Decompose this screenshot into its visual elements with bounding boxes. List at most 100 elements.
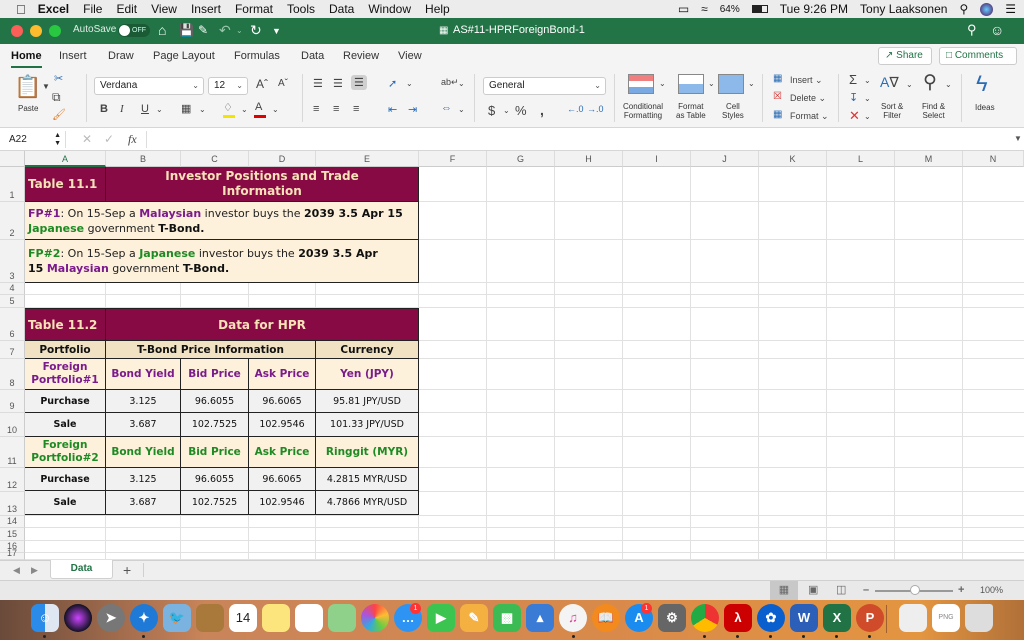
font-color-dropdown-icon[interactable]: ⌄	[272, 105, 279, 114]
tab-insert[interactable]: Insert	[59, 50, 87, 62]
tab-view[interactable]: View	[398, 50, 422, 62]
copy-icon[interactable]: ⧉	[52, 90, 61, 105]
photos-icon[interactable]	[361, 604, 389, 632]
name-box-stepper-icon[interactable]: ▲ ▼	[54, 131, 61, 148]
autosum-icon[interactable]: Σ	[849, 72, 857, 87]
bold-icon[interactable]: B	[100, 103, 108, 115]
merge-dropdown-icon[interactable]: ⌄	[458, 105, 465, 114]
fill-dropdown-icon[interactable]: ⌄	[864, 94, 871, 103]
row-header-12[interactable]: 12	[0, 468, 25, 492]
comma-style-icon[interactable]: ,	[540, 102, 544, 118]
column-header-k[interactable]: K	[759, 151, 827, 167]
align-left-icon[interactable]: ≡	[313, 103, 319, 115]
tab-review[interactable]: Review	[343, 50, 379, 62]
zoom-window-button[interactable]	[49, 25, 61, 37]
column-label-bid[interactable]: Bid Price	[181, 437, 249, 468]
paste-dropdown-icon[interactable]: ▼	[42, 82, 50, 91]
fill-color-dropdown-icon[interactable]: ⌄	[241, 105, 248, 114]
select-all-corner[interactable]	[0, 151, 25, 167]
borders-icon[interactable]: ▦	[181, 102, 191, 115]
decrease-font-size-icon[interactable]: Aˇ	[278, 78, 288, 89]
excel-icon[interactable]: X	[823, 604, 851, 632]
ideas-icon[interactable]: ϟ	[976, 71, 988, 97]
value-bid[interactable]: 102.7525	[181, 491, 249, 515]
row-header-9[interactable]: 9	[0, 390, 25, 413]
video-player-icon[interactable]: ✿	[757, 604, 785, 632]
value-ask[interactable]: 96.6065	[249, 390, 316, 413]
autosave-toggle[interactable]: OFF	[118, 24, 150, 37]
number-format-select[interactable]: General ⌄	[483, 77, 606, 95]
menu-insert[interactable]: Insert	[191, 2, 221, 16]
wifi-icon[interactable]: ≈	[701, 2, 708, 16]
value-bid[interactable]: 96.6055	[181, 468, 249, 491]
powerpoint-icon[interactable]: P	[856, 604, 884, 632]
column-header-m[interactable]: M	[895, 151, 963, 167]
cell-styles-dropdown-icon[interactable]: ⌄	[748, 79, 755, 88]
italic-icon[interactable]: I	[120, 103, 124, 115]
increase-decimal-icon[interactable]: ←.0	[567, 104, 584, 114]
row-header-5[interactable]: 5	[0, 295, 25, 308]
header-tbond-price[interactable]: T-Bond Price Information	[106, 341, 316, 359]
facetime-icon[interactable]: ▶	[427, 604, 455, 632]
ideas-label[interactable]: Ideas	[975, 103, 995, 112]
trash-icon[interactable]	[965, 604, 993, 632]
row-header-6[interactable]: 6	[0, 308, 25, 341]
row-label-purchase[interactable]: Purchase	[25, 390, 106, 413]
sheet-tab-data[interactable]: Data	[50, 560, 113, 579]
row-header-2[interactable]: 2	[0, 202, 25, 240]
header-portfolio[interactable]: Portfolio	[25, 341, 106, 359]
value-bid[interactable]: 96.6055	[181, 390, 249, 413]
orientation-icon[interactable]: ➚	[388, 77, 397, 90]
paste-icon[interactable]: 📋	[14, 74, 41, 100]
fp2-description[interactable]: FP#2: On 15-Sep a Japanese investor buys…	[25, 240, 419, 283]
row-label-sale[interactable]: Sale	[25, 491, 106, 515]
user-name[interactable]: Tony Laaksonen	[860, 2, 947, 16]
tab-home[interactable]: Home	[11, 50, 42, 68]
value-fx[interactable]: 4.2815 MYR/USD	[316, 468, 419, 491]
siri-icon[interactable]	[980, 2, 994, 16]
font-color-icon[interactable]: A	[255, 101, 262, 113]
books-icon[interactable]: 📖	[592, 604, 620, 632]
tab-draw[interactable]: Draw	[108, 50, 134, 62]
increase-font-size-icon[interactable]: Aˆ	[256, 77, 268, 91]
tab-data[interactable]: Data	[301, 50, 324, 62]
calendar-icon[interactable]: 14	[229, 604, 257, 632]
format-cells-icon[interactable]: ▦	[773, 109, 782, 120]
zoom-out-button[interactable]: –	[863, 581, 869, 600]
align-bottom-icon[interactable]: ☰	[351, 75, 367, 90]
keynote-icon[interactable]: ▴	[526, 604, 554, 632]
currency-dropdown-icon[interactable]: ⌄	[503, 106, 510, 115]
percent-icon[interactable]: %	[515, 103, 527, 118]
sort-filter-label[interactable]: Sort & Filter	[881, 102, 903, 120]
column-header-d[interactable]: D	[249, 151, 316, 167]
edit-icon[interactable]: ✎	[198, 23, 208, 37]
menu-tools[interactable]: Tools	[287, 2, 315, 16]
borders-dropdown-icon[interactable]: ⌄	[199, 105, 206, 114]
value-fx[interactable]: 101.33 JPY/USD	[316, 413, 419, 437]
normal-view-button[interactable]: ▦	[770, 581, 798, 600]
menu-help[interactable]: Help	[425, 2, 450, 16]
table2-title[interactable]: Data for HPR	[106, 308, 419, 341]
next-sheet-icon[interactable]: ▶	[31, 565, 38, 576]
wrap-text-icon[interactable]: ab↵	[441, 77, 459, 88]
comments-button[interactable]: □ Comments	[939, 47, 1017, 65]
format-cells-button[interactable]: Format ⌄	[790, 111, 829, 122]
menu-data[interactable]: Data	[329, 2, 354, 16]
row-header-11[interactable]: 11	[0, 437, 25, 468]
menu-format[interactable]: Format	[235, 2, 273, 16]
increase-indent-icon[interactable]: ⇥	[408, 103, 417, 116]
finder-icon[interactable]: ☺	[31, 604, 59, 632]
conditional-formatting-dropdown-icon[interactable]: ⌄	[659, 79, 666, 88]
align-middle-icon[interactable]: ☰	[333, 77, 343, 90]
column-header-h[interactable]: H	[555, 151, 623, 167]
orientation-dropdown-icon[interactable]: ⌄	[406, 79, 413, 88]
row-label-sale[interactable]: Sale	[25, 413, 106, 437]
row-header-7[interactable]: 7	[0, 341, 25, 359]
value-ask[interactable]: 96.6065	[249, 468, 316, 491]
find-select-icon[interactable]: ⚲	[923, 71, 937, 94]
zoom-in-button[interactable]: +	[958, 581, 964, 600]
sort-filter-dropdown-icon[interactable]: ⌄	[906, 80, 913, 89]
value-yield[interactable]: 3.125	[106, 468, 181, 491]
insert-cells-icon[interactable]: ▦	[773, 73, 782, 84]
format-painter-icon[interactable]: 🖌	[52, 108, 66, 121]
